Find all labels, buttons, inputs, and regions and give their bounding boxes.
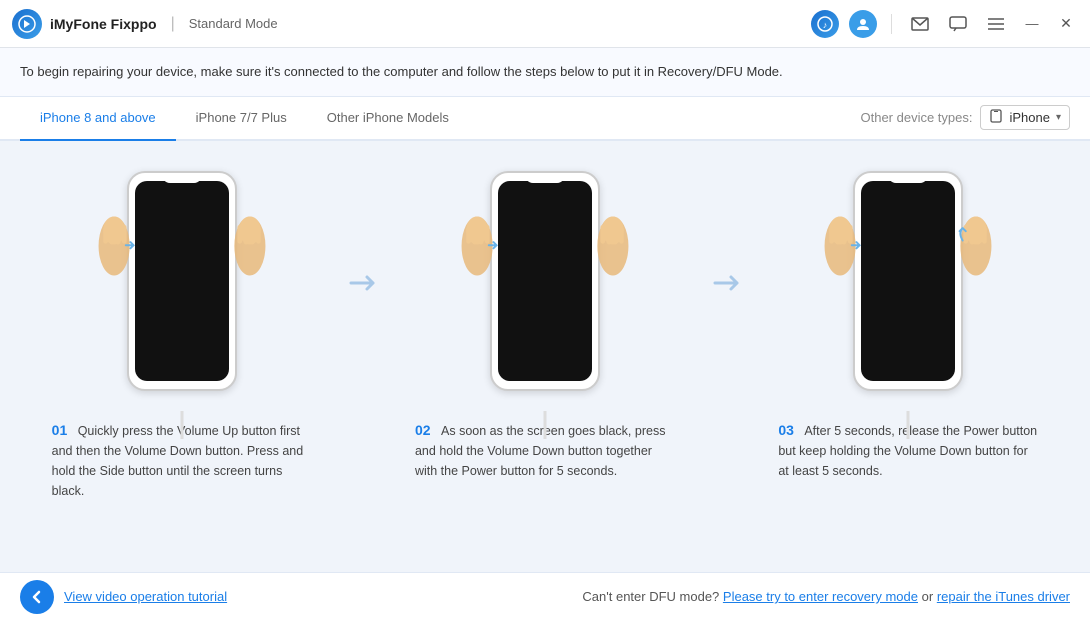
dropdown-arrow-icon: ▾ <box>1056 112 1061 123</box>
phone-notch-2 <box>525 173 565 183</box>
phone-body-2 <box>490 171 600 391</box>
itunes-driver-link[interactable]: repair the iTunes driver <box>937 589 1070 604</box>
title-divider <box>891 14 892 34</box>
instruction-banner: To begin repairing your device, make sur… <box>0 48 1090 97</box>
step-text-1: Quickly press the Volume Up button first… <box>52 424 304 498</box>
mail-icon-btn[interactable] <box>906 10 934 38</box>
footer-right: Can't enter DFU mode? Please try to ente… <box>227 589 1070 604</box>
hand-left-3 <box>813 211 868 286</box>
minimize-btn[interactable]: — <box>1020 12 1044 36</box>
arrow-between-1 <box>343 151 383 295</box>
menu-icon-btn[interactable] <box>982 10 1010 38</box>
close-btn[interactable]: ✕ <box>1054 12 1078 36</box>
recovery-mode-link[interactable]: Please try to enter recovery mode <box>723 589 918 604</box>
phone-screen-3 <box>861 181 955 381</box>
step-number-2: 02 <box>415 422 431 438</box>
phone-cable-3 <box>907 411 910 439</box>
phone-cable-2 <box>543 411 546 439</box>
tabs-bar: iPhone 8 and above iPhone 7/7 Plus Other… <box>0 97 1090 141</box>
footer-left: View video operation tutorial <box>20 580 227 614</box>
tab-iphone77plus[interactable]: iPhone 7/7 Plus <box>176 97 307 141</box>
music-icon-btn[interactable]: ♪ <box>811 10 839 38</box>
hand-right-1 <box>222 211 277 286</box>
device-name: iPhone <box>1009 110 1049 125</box>
tab-other-iphone[interactable]: Other iPhone Models <box>307 97 469 141</box>
app-logo <box>12 9 42 39</box>
hand-right-3 <box>948 211 1003 286</box>
phone-body-3 <box>853 171 963 391</box>
step-block-2: 02 As soon as the screen goes black, pre… <box>383 151 706 481</box>
phone-screen-1 <box>135 181 229 381</box>
phone-illustration-3 <box>808 151 1008 411</box>
user-avatar-btn[interactable] <box>849 10 877 38</box>
cannot-enter-text: Can't enter DFU mode? <box>582 589 719 604</box>
app-mode: Standard Mode <box>189 16 278 31</box>
phone-notch-3 <box>888 173 928 183</box>
title-bar-left: iMyFone Fixppo | Standard Mode <box>12 9 811 39</box>
phone-illustration-2 <box>445 151 645 411</box>
title-bar: iMyFone Fixppo | Standard Mode ♪ <box>0 0 1090 48</box>
app-title: iMyFone Fixppo <box>50 16 157 32</box>
title-separator: | <box>171 15 175 33</box>
footer: View video operation tutorial Can't ente… <box>0 572 1090 620</box>
main-content: To begin repairing your device, make sur… <box>0 48 1090 572</box>
phone-illustration-1: 1 2 ► <box>82 151 282 411</box>
video-tutorial-link[interactable]: View video operation tutorial <box>64 589 227 604</box>
arrow-between-2 <box>707 151 747 295</box>
device-type-selector: Other device types: iPhone ▾ <box>860 105 1070 130</box>
hand-left-2 <box>450 211 505 286</box>
footer-or-text: or <box>922 589 934 604</box>
phone-cable-1 <box>180 411 183 439</box>
phone-body-1: 1 2 ► <box>127 171 237 391</box>
step-block-1: 1 2 ► 01 Quickly press the Volume Up but… <box>20 151 343 501</box>
device-select-box[interactable]: iPhone ▾ <box>980 105 1070 130</box>
title-bar-right: ♪ <box>811 10 1078 38</box>
step-number-1: 01 <box>52 422 68 438</box>
step-text-2: As soon as the screen goes black, press … <box>415 424 665 478</box>
device-icon <box>989 109 1003 126</box>
hand-left-1 <box>87 211 142 286</box>
phone-screen-2 <box>498 181 592 381</box>
chat-icon-btn[interactable] <box>944 10 972 38</box>
step-block-3: 03 After 5 seconds, release the Power bu… <box>747 151 1070 481</box>
steps-area: 1 2 ► 01 Quickly press the Volume Up but… <box>0 141 1090 573</box>
svg-text:♪: ♪ <box>823 20 828 30</box>
instruction-text: To begin repairing your device, make sur… <box>20 64 783 79</box>
back-button[interactable] <box>20 580 54 614</box>
phone-notch-1 <box>162 173 202 183</box>
device-type-label: Other device types: <box>860 110 972 125</box>
hand-right-2 <box>585 211 640 286</box>
tab-iphone8-above[interactable]: iPhone 8 and above <box>20 97 176 141</box>
step-number-3: 03 <box>778 422 794 438</box>
